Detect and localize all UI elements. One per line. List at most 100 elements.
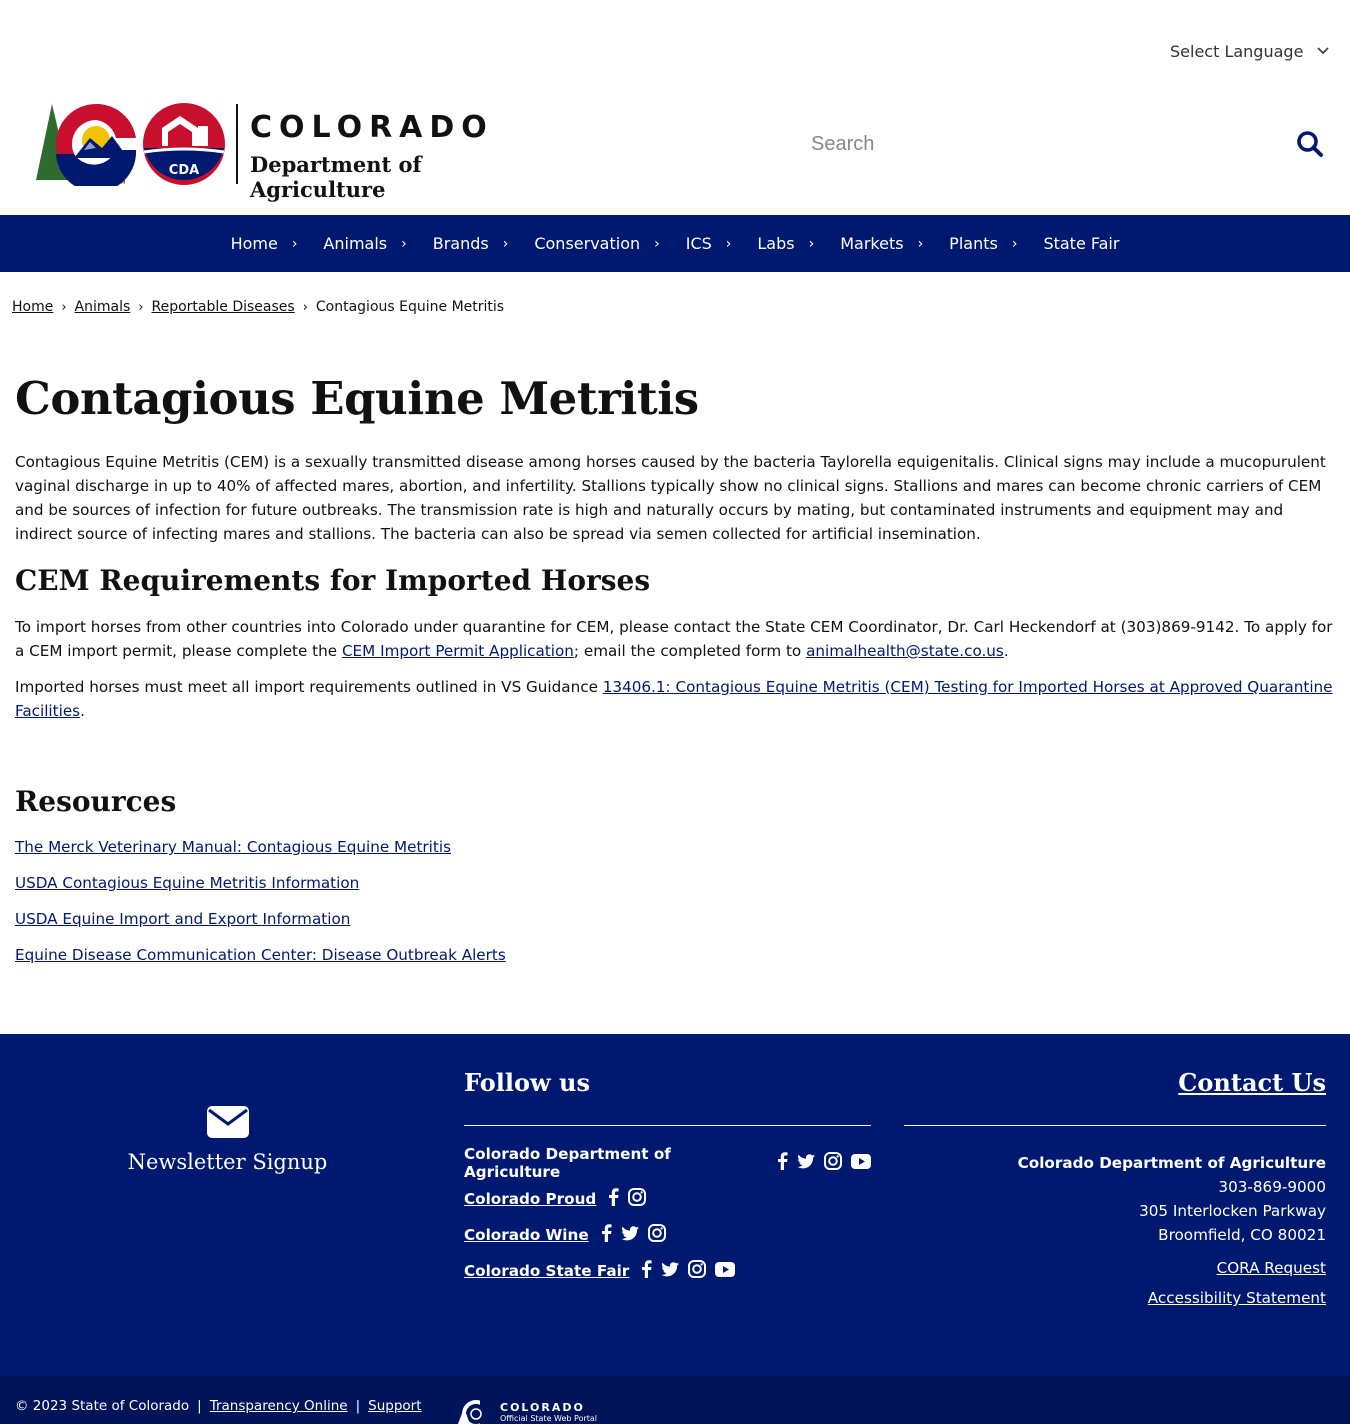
nav-item-state-fair[interactable]: State Fair: [1030, 215, 1132, 272]
breadcrumb: Home › Animals › Reportable Diseases › C…: [12, 299, 504, 315]
chevron-right-icon: ›: [61, 299, 67, 315]
nav-item-plants[interactable]: Plants ›: [936, 215, 1030, 272]
chevron-right-icon: ›: [291, 235, 298, 252]
nav-item-home[interactable]: Home ›: [218, 215, 311, 272]
search-icon[interactable]: [1296, 130, 1324, 162]
follow-us-section: Follow us Colorado Department of Agricul…: [464, 1068, 871, 1289]
nav-item-conservation[interactable]: Conservation ›: [521, 215, 672, 272]
chevron-down-icon: [1317, 44, 1330, 59]
nav-item-label: State Fair: [1043, 234, 1120, 253]
portal-name: COLORADO: [500, 1401, 585, 1414]
instagram-icon[interactable]: [824, 1152, 842, 1174]
main-content: Contagious Equine Metritis Contagious Eq…: [15, 372, 1335, 982]
twitter-icon[interactable]: [797, 1153, 815, 1173]
chevron-right-icon: ›: [502, 235, 509, 252]
follow-divider: [464, 1125, 871, 1126]
twitter-icon[interactable]: [661, 1261, 680, 1281]
search-input[interactable]: [800, 132, 1270, 156]
contact-org: Colorado Department of Agriculture: [1017, 1154, 1326, 1172]
follow-heading: Follow us: [464, 1068, 590, 1097]
requirements-heading: CEM Requirements for Imported Horses: [15, 564, 651, 597]
nav-item-markets[interactable]: Markets ›: [827, 215, 936, 272]
page-title: Contagious Equine Metritis: [15, 372, 699, 425]
nav-item-label: Animals: [323, 234, 388, 253]
nav-item-ics[interactable]: ICS ›: [673, 215, 745, 272]
chevron-right-icon: ›: [808, 235, 815, 252]
cora-request-link[interactable]: CORA Request: [904, 1259, 1326, 1277]
site-footer: Newsletter Signup Follow us Colorado Dep…: [0, 1034, 1350, 1376]
separator: |: [355, 1398, 361, 1414]
follow-link[interactable]: Colorado Wine: [464, 1226, 589, 1244]
svg-text:TM: TM: [117, 180, 125, 186]
resource-link[interactable]: USDA Contagious Equine Metritis Informat…: [15, 874, 1335, 910]
footer-bottom-bar: © 2023 State of Colorado | Transparency …: [0, 1376, 1350, 1424]
facebook-icon[interactable]: [776, 1152, 788, 1174]
requirements-paragraph: To import horses from other countries in…: [15, 615, 1335, 663]
logo-name-colorado: COLORADO: [250, 110, 494, 145]
contact-divider: [904, 1125, 1326, 1126]
chevron-right-icon: ›: [917, 235, 924, 252]
chevron-right-icon: ›: [1011, 235, 1018, 252]
guidance-text-1: Imported horses must meet all import req…: [15, 678, 603, 696]
breadcrumb-animals[interactable]: Animals: [75, 299, 131, 315]
nav-item-label: Home: [230, 234, 278, 253]
support-link[interactable]: Support: [368, 1398, 421, 1414]
nav-item-label: Conservation: [534, 234, 641, 253]
facebook-icon[interactable]: [607, 1188, 619, 1210]
intro-paragraph: Contagious Equine Metritis (CEM) is a se…: [15, 453, 1326, 543]
contact-us-link[interactable]: Contact Us: [1178, 1068, 1326, 1097]
colorado-logo-icon: TM: [36, 102, 142, 186]
youtube-icon[interactable]: [851, 1153, 871, 1173]
accessibility-link[interactable]: Accessibility Statement: [904, 1289, 1326, 1307]
portal-subtitle: Official State Web Portal: [500, 1414, 598, 1423]
follow-link[interactable]: Colorado Proud: [464, 1190, 596, 1208]
cem-permit-link[interactable]: CEM Import Permit Application: [342, 642, 574, 660]
facebook-icon[interactable]: [640, 1260, 652, 1282]
resource-link[interactable]: The Merck Veterinary Manual: Contagious …: [15, 838, 1335, 874]
chevron-right-icon: ›: [725, 235, 732, 252]
nav-item-brands[interactable]: Brands ›: [420, 215, 522, 272]
contact-street: 305 Interlocken Parkway: [1139, 1202, 1326, 1220]
follow-row-cda: Colorado Department of Agriculture: [464, 1145, 871, 1181]
req-text-3: .: [1003, 642, 1009, 660]
instagram-icon[interactable]: [647, 1224, 666, 1246]
chevron-right-icon: ›: [401, 235, 407, 252]
newsletter-label: Newsletter Signup: [127, 1150, 328, 1174]
transparency-link[interactable]: Transparency Online: [210, 1398, 348, 1414]
state-portal-logo[interactable]: COLORADO Official State Web Portal: [456, 1400, 597, 1424]
language-select-label: Select Language: [1170, 42, 1304, 61]
nav-item-animals[interactable]: Animals ›: [310, 215, 419, 272]
nav-item-label: Labs: [757, 234, 795, 253]
nav-item-label: Brands: [432, 234, 489, 253]
email-link[interactable]: animalhealth@state.co.us: [806, 642, 1004, 660]
contact-phone: 303-869-9000: [1218, 1178, 1326, 1196]
cda-logo[interactable]: TM CDA COLORADO Department of Agricultur…: [30, 98, 550, 202]
resource-link[interactable]: Equine Disease Communication Center: Dis…: [15, 946, 1335, 982]
contact-section: Contact Us Colorado Department of Agricu…: [904, 1068, 1326, 1307]
cda-badge-text: CDA: [169, 163, 199, 178]
breadcrumb-home[interactable]: Home: [12, 299, 53, 315]
instagram-icon[interactable]: [688, 1260, 707, 1282]
breadcrumb-current: Contagious Equine Metritis: [315, 299, 505, 315]
nav-item-labs[interactable]: Labs ›: [744, 215, 827, 272]
youtube-icon[interactable]: [715, 1261, 736, 1281]
instagram-icon[interactable]: [628, 1188, 647, 1210]
follow-row-colorado-wine: Colorado Wine: [464, 1217, 871, 1253]
mail-icon: [206, 1106, 249, 1138]
cda-seal-icon: CDA: [143, 103, 225, 185]
resource-link[interactable]: USDA Equine Import and Export Informatio…: [15, 910, 1335, 946]
newsletter-signup[interactable]: Newsletter Signup: [120, 1106, 335, 1174]
follow-link[interactable]: Colorado State Fair: [464, 1262, 629, 1280]
guidance-paragraph: Imported horses must meet all import req…: [15, 675, 1335, 723]
language-select[interactable]: Select Language: [1170, 42, 1330, 61]
breadcrumb-reportable-diseases[interactable]: Reportable Diseases: [152, 299, 295, 315]
follow-row-colorado-proud: Colorado Proud: [464, 1181, 871, 1217]
chevron-right-icon: ›: [654, 235, 660, 252]
separator: |: [197, 1398, 202, 1414]
chevron-right-icon: ›: [302, 299, 308, 315]
facebook-icon[interactable]: [600, 1224, 612, 1246]
contact-city: Broomfield, CO 80021: [1158, 1226, 1326, 1244]
main-nav: Home › Animals › Brands › Conservation › ICS…: [0, 215, 1350, 272]
resources-heading: Resources: [15, 785, 177, 818]
twitter-icon[interactable]: [620, 1225, 639, 1245]
